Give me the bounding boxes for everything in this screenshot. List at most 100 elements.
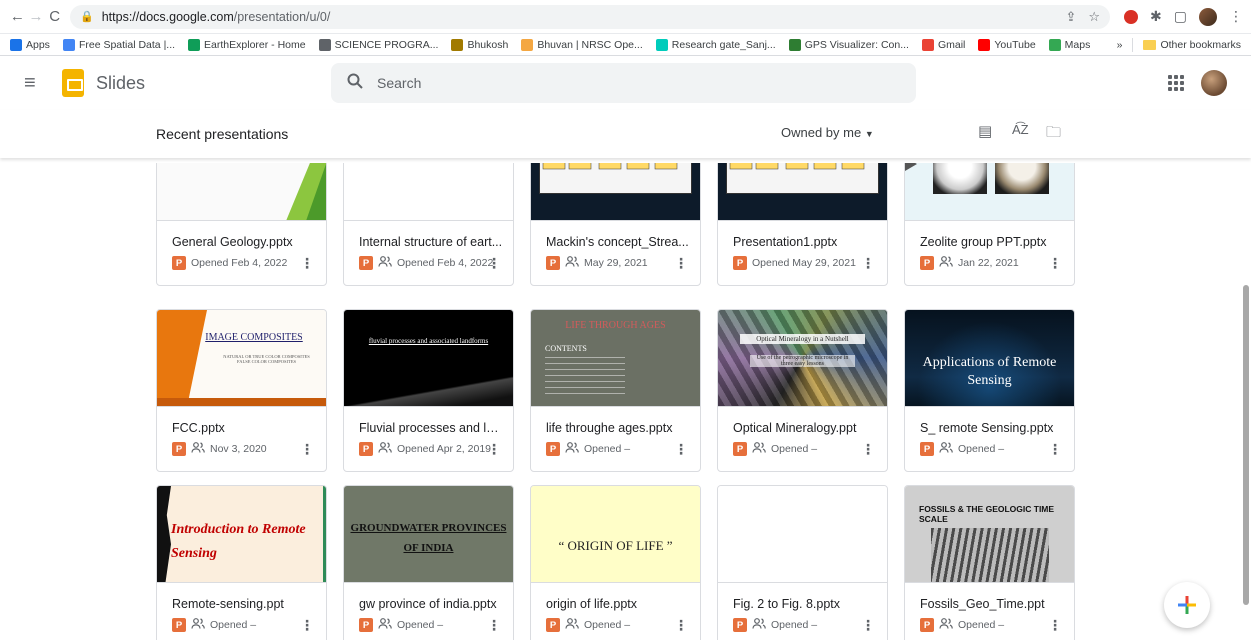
presentation-thumbnail[interactable] <box>905 163 1074 221</box>
browser-profile-avatar[interactable] <box>1198 7 1217 26</box>
bookmark-item[interactable]: Bhuvan | NRSC Ope... <box>521 38 643 51</box>
extension-icon[interactable] <box>1124 9 1139 24</box>
opened-date: Opened – <box>958 619 1005 631</box>
bookmark-item[interactable]: Apps <box>10 38 50 51</box>
presentation-thumbnail[interactable]: Applications of Remote Sensing <box>905 310 1074 407</box>
thumb-text: fluvial processes and associated landfor… <box>368 337 489 345</box>
presentation-card[interactable]: Applications of Remote Sensing S_ remote … <box>904 309 1075 472</box>
presentation-thumbnail[interactable]: “ ORIGIN OF LIFE ” <box>531 486 700 583</box>
presentation-card[interactable]: Zeolite group PPT.pptx P Jan 22, 2021 ⋮ <box>904 163 1075 286</box>
presentation-thumbnail[interactable] <box>157 163 326 221</box>
bookmark-item[interactable]: EarthExplorer - Home <box>188 38 306 51</box>
back-icon[interactable]: ← <box>8 4 27 30</box>
opened-date: Opened – <box>771 443 818 455</box>
scrollbar[interactable] <box>1243 285 1249 605</box>
presentation-meta: P Opened – <box>920 442 1004 456</box>
search-icon[interactable] <box>347 73 363 94</box>
presentation-card[interactable]: Introduction to Remote Sensing Remote-sen… <box>156 485 327 640</box>
presentation-thumbnail[interactable]: IMAGE COMPOSITES NATURAL OR TRUE COLOR CO… <box>157 310 326 407</box>
bookmark-item[interactable]: Free Spatial Data |... <box>62 38 176 51</box>
more-options-icon[interactable]: ⋮ <box>861 441 875 458</box>
bookmark-label: Free Spatial Data |... <box>78 38 176 51</box>
bookmark-item[interactable]: Gmail <box>921 38 965 51</box>
thumb-text: IMAGE COMPOSITES <box>205 332 303 343</box>
presentation-thumbnail[interactable]: INTERNAL STRUCTURE OF EARTH <box>344 163 513 221</box>
presentation-thumbnail[interactable]: GROUNDWATER PROVINCES OF INDIA <box>344 486 513 583</box>
bookmark-item[interactable]: YouTube <box>978 38 1036 51</box>
presentation-card[interactable]: “ ORIGIN OF LIFE ” origin of life.pptx P Op… <box>530 485 701 640</box>
presentation-meta: P Opened – <box>920 618 1004 632</box>
extensions-puzzle-icon[interactable]: ✱ <box>1150 8 1162 25</box>
presentation-card[interactable]: General Geology.pptx P Opened Feb 4, 2022 ⋮ <box>156 163 327 286</box>
more-options-icon[interactable]: ⋮ <box>300 255 314 272</box>
bookmark-label: SCIENCE PROGRA... <box>334 38 439 51</box>
main-menu-icon[interactable]: ≡ <box>24 72 48 95</box>
browser-menu-icon[interactable]: ⋮ <box>1229 8 1243 25</box>
search-input[interactable] <box>377 75 777 91</box>
presentation-thumbnail[interactable]: fluvial processes and associated landfor… <box>344 310 513 407</box>
presentation-card[interactable]: GROUNDWATER PROVINCES OF INDIA gw provinc… <box>343 485 514 640</box>
more-options-icon[interactable]: ⋮ <box>487 617 501 634</box>
presentation-card[interactable]: fluvial processes and associated landfor… <box>343 309 514 472</box>
new-presentation-button[interactable] <box>1164 582 1210 628</box>
presentation-thumbnail[interactable] <box>531 163 700 221</box>
more-options-icon[interactable]: ⋮ <box>1048 441 1062 458</box>
presentation-card[interactable]: Fig. 2 to Fig. 8.pptx P Opened – ⋮ <box>717 485 888 640</box>
more-options-icon[interactable]: ⋮ <box>300 617 314 634</box>
search-box[interactable] <box>331 63 916 103</box>
bookmark-item[interactable]: GPS Visualizer: Con... <box>788 38 909 51</box>
other-bookmarks[interactable]: Other bookmarks <box>1143 39 1241 51</box>
bookmark-favicon-icon <box>788 38 801 51</box>
bookmark-item[interactable]: SCIENCE PROGRA... <box>318 38 439 51</box>
forward-icon[interactable]: → <box>27 4 46 30</box>
more-options-icon[interactable]: ⋮ <box>487 441 501 458</box>
presentation-card[interactable]: IMAGE COMPOSITES NATURAL OR TRUE COLOR CO… <box>156 309 327 472</box>
share-page-icon[interactable]: ⇪ <box>1065 9 1076 25</box>
list-view-icon[interactable]: ▤ <box>978 122 992 140</box>
more-options-icon[interactable]: ⋮ <box>1048 255 1062 272</box>
account-avatar[interactable] <box>1201 70 1227 96</box>
sort-az-icon[interactable]: A͡Z <box>1012 122 1029 137</box>
bookmark-label: Bhukosh <box>467 38 509 51</box>
bookmark-label: Apps <box>26 38 50 51</box>
presentation-thumbnail[interactable] <box>718 163 887 221</box>
presentation-thumbnail[interactable]: Introduction to Remote Sensing <box>157 486 326 583</box>
more-options-icon[interactable]: ⋮ <box>674 441 688 458</box>
bookmark-star-icon[interactable]: ☆ <box>1088 9 1100 25</box>
more-options-icon[interactable]: ⋮ <box>861 617 875 634</box>
shared-people-icon <box>939 618 953 632</box>
presentation-thumbnail[interactable]: Optical Mineralogy in a Nutshell Use of t… <box>718 310 887 407</box>
presentation-card[interactable]: Optical Mineralogy in a Nutshell Use of t… <box>717 309 888 472</box>
bookmark-item[interactable]: Maps <box>1048 38 1090 51</box>
presentation-thumbnail[interactable] <box>718 486 887 583</box>
bookmark-item[interactable]: Research gate_Sanj... <box>655 38 776 51</box>
bookmark-favicon-icon <box>655 38 668 51</box>
presentation-card[interactable]: LIFE THROUGH AGES CONTENTS life throughe a… <box>530 309 701 472</box>
owner-filter-dropdown[interactable]: Owned by me ▼ <box>781 125 874 140</box>
more-options-icon[interactable]: ⋮ <box>487 255 501 272</box>
presentation-meta: P May 29, 2021 <box>546 256 648 270</box>
presentation-thumbnail[interactable]: FOSSILS & THE GEOLOGIC TIME SCALE <box>905 486 1074 583</box>
google-apps-icon[interactable] <box>1168 75 1184 91</box>
presentation-card[interactable]: FOSSILS & THE GEOLOGIC TIME SCALE Fossils… <box>904 485 1075 640</box>
slides-logo-icon[interactable] <box>62 69 84 97</box>
side-panel-icon[interactable]: ▢ <box>1174 8 1187 25</box>
more-options-icon[interactable]: ⋮ <box>674 617 688 634</box>
more-options-icon[interactable]: ⋮ <box>1048 617 1062 634</box>
reload-icon[interactable]: C <box>45 4 64 30</box>
browser-toolbar: ← → C 🔒 https://docs.google.com/presenta… <box>0 0 1251 34</box>
address-bar[interactable]: 🔒 https://docs.google.com/presentation/u… <box>70 4 1111 29</box>
presentation-card[interactable]: Presentation1.pptx P Opened May 29, 2021 ⋮ <box>717 163 888 286</box>
more-options-icon[interactable]: ⋮ <box>300 441 314 458</box>
more-options-icon[interactable]: ⋮ <box>861 255 875 272</box>
bookmark-item[interactable]: Bhukosh <box>451 38 509 51</box>
presentation-thumbnail[interactable]: LIFE THROUGH AGES CONTENTS <box>531 310 700 407</box>
presentation-card[interactable]: INTERNAL STRUCTURE OF EARTH Internal stru… <box>343 163 514 286</box>
app-name[interactable]: Slides <box>96 73 145 94</box>
presentation-card[interactable]: Mackin's concept_Strea... P May 29, 2021 ⋮ <box>530 163 701 286</box>
bookmarks-overflow-icon[interactable]: » <box>1117 39 1123 51</box>
shared-people-icon <box>939 256 953 270</box>
more-options-icon[interactable]: ⋮ <box>674 255 688 272</box>
presentation-meta: P Opened – <box>359 618 443 632</box>
folder-picker-icon[interactable]: 🗀 <box>1046 122 1061 147</box>
